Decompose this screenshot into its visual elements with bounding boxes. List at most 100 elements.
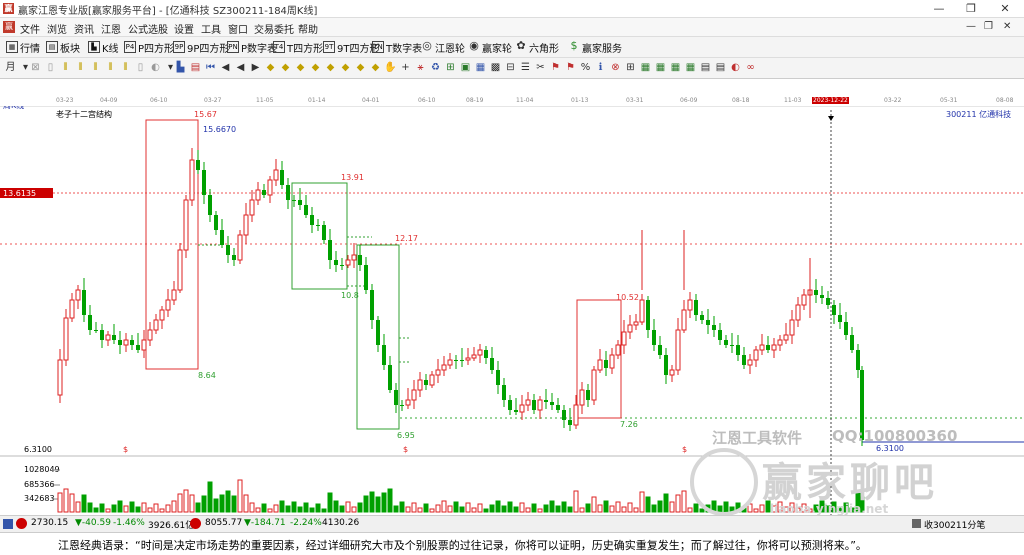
toolbar-8[interactable]: TN T数字表 [372,40,422,55]
toolbar-6[interactable]: T4 T四方形 [273,40,323,55]
toolbar-10[interactable]: ◉ 赢家轮 [468,40,512,55]
tool-icon-15[interactable]: ◀ [219,61,232,74]
tool-icon-8[interactable]: ⫴ [119,61,132,74]
tool-icon-29[interactable]: ♻ [429,61,442,74]
tool-icon-4[interactable]: ⫴ [59,61,72,74]
tool-icon-19[interactable]: ◆ [279,61,292,74]
menu-trade[interactable]: 交易委托 [254,21,294,36]
volume-bar [441,500,447,513]
tool-icon-18[interactable]: ◆ [264,61,277,74]
tool-icon-32[interactable]: ▦ [474,61,487,74]
tool-icon-31[interactable]: ▣ [459,61,472,74]
volume-bar [57,492,63,513]
tool-icon-44[interactable]: ▦ [654,61,667,74]
T4: T4 [273,41,285,53]
tool-icon-27[interactable]: + [399,61,412,74]
candle-body [441,364,447,371]
sz-index-amount: 4130.26 [322,518,360,528]
tool-icon-3[interactable]: ▯ [44,61,57,74]
tool-icon-38[interactable]: ⚑ [564,61,577,74]
tool-icon-25[interactable]: ◆ [369,61,382,74]
tick-detail-icon [912,519,921,528]
tool-icon-0[interactable]: 月 [4,61,17,74]
tool-icon-5[interactable]: ⫴ [74,61,87,74]
candle-body [153,319,159,331]
tool-icon-24[interactable]: ◆ [354,61,367,74]
tool-icon-16[interactable]: ◀ [234,61,247,74]
menu-info[interactable]: 资讯 [74,21,94,36]
tool-icon-49[interactable]: ◐ [729,61,742,74]
tool-icon-21[interactable]: ◆ [309,61,322,74]
menu-settings[interactable]: 设置 [174,21,194,36]
minimize-button[interactable]: — [924,0,954,17]
tool-icon-28[interactable]: ⚹ [414,61,427,74]
toolbar-5[interactable]: PN P数字表 [227,40,277,55]
volume-bar [255,507,261,513]
tool-icon-47[interactable]: ▤ [699,61,712,74]
menu-formula[interactable]: 公式选股 [128,21,168,36]
tool-icon-17[interactable]: ▶ [249,61,262,74]
tool-icon-12[interactable]: ▙ [174,61,187,74]
tool-icon-41[interactable]: ⊗ [609,61,622,74]
toolbar-1[interactable]: ▤ 板块 [46,40,80,55]
mdi-minimize-button[interactable]: — [966,21,976,32]
volume-bar [267,508,273,513]
tool-icon-42[interactable]: ⊞ [624,61,637,74]
toolbar-7[interactable]: 9T 9T四方形 [323,40,379,55]
toolbar-9[interactable]: ◎ 江恩轮 [421,40,465,55]
maximize-button[interactable]: ❐ [956,0,986,17]
tool-icon-9[interactable]: ▯ [134,61,147,74]
toolbar-12[interactable]: $ 赢家服务 [568,40,623,55]
tool-icon-34[interactable]: ⊟ [504,61,517,74]
menu-help[interactable]: 帮助 [298,21,318,36]
toolbar-3[interactable]: P4 P四方形 [124,40,174,55]
tool-icon-30[interactable]: ⊞ [444,61,457,74]
close-button[interactable]: ✕ [990,0,1020,17]
tool-icon-45[interactable]: ▦ [669,61,682,74]
menu-gann[interactable]: 江恩 [101,21,121,36]
tool-icon-20[interactable]: ◆ [294,61,307,74]
toolbar-0[interactable]: ▦ 行情 [6,40,40,55]
tool-icon-13[interactable]: ▤ [189,61,202,74]
toolbar-4[interactable]: 9P 9P四方形 [173,40,229,55]
candle-body [202,170,206,195]
hexagon-icon: ✿ [516,39,526,52]
menu-window[interactable]: 窗口 [228,21,248,36]
box-label-high-4: 10.52 [616,293,639,302]
tool-icon-43[interactable]: ▦ [639,61,652,74]
tool-icon-37[interactable]: ⚑ [549,61,562,74]
tool-icon-6[interactable]: ⫴ [89,61,102,74]
tool-icon-23[interactable]: ◆ [339,61,352,74]
menu-file[interactable]: 文件 [20,21,40,36]
tool-icon-22[interactable]: ◆ [324,61,337,74]
tick-detail-label[interactable]: 收300211分笔 [924,518,985,531]
tool-icon-26[interactable]: ✋ [384,61,397,74]
toolbar-11[interactable]: ✿ 六角形 [515,39,559,55]
volume-bar [297,506,303,513]
tool-icon-46[interactable]: ▦ [684,61,697,74]
toolbar-2[interactable]: ▙ K线 [88,40,119,55]
tool-icon-36[interactable]: ✂ [534,61,547,74]
date-tick: 01-14 [308,97,326,104]
tool-icon-35[interactable]: ☰ [519,61,532,74]
candle-body [471,354,477,359]
tool-icon-14[interactable]: ⏮ [204,61,217,74]
tool-icon-7[interactable]: ⫴ [104,61,117,74]
mdi-close-button[interactable]: ✕ [1003,21,1011,32]
candle-body [298,200,302,205]
tool-icon-39[interactable]: % [579,61,592,74]
tool-icon-33[interactable]: ▩ [489,61,502,74]
tool-icon-50[interactable]: ∞ [744,61,757,74]
tool-icon-2[interactable]: ⊠ [29,61,42,74]
toolbar-label: 行情 [20,43,40,55]
menu-tools[interactable]: 工具 [201,21,221,36]
tool-icon-10[interactable]: ◐ [149,61,162,74]
volume-bar [159,508,165,513]
menu-browse[interactable]: 浏览 [47,21,67,36]
watermark-site: liaoba.yingjia.net [770,502,889,516]
tool-icon-48[interactable]: ▤ [714,61,727,74]
candle-body [351,254,357,261]
mdi-restore-button[interactable]: ❐ [984,21,993,32]
candle-body [345,259,351,266]
tool-icon-40[interactable]: ℹ [594,61,607,74]
